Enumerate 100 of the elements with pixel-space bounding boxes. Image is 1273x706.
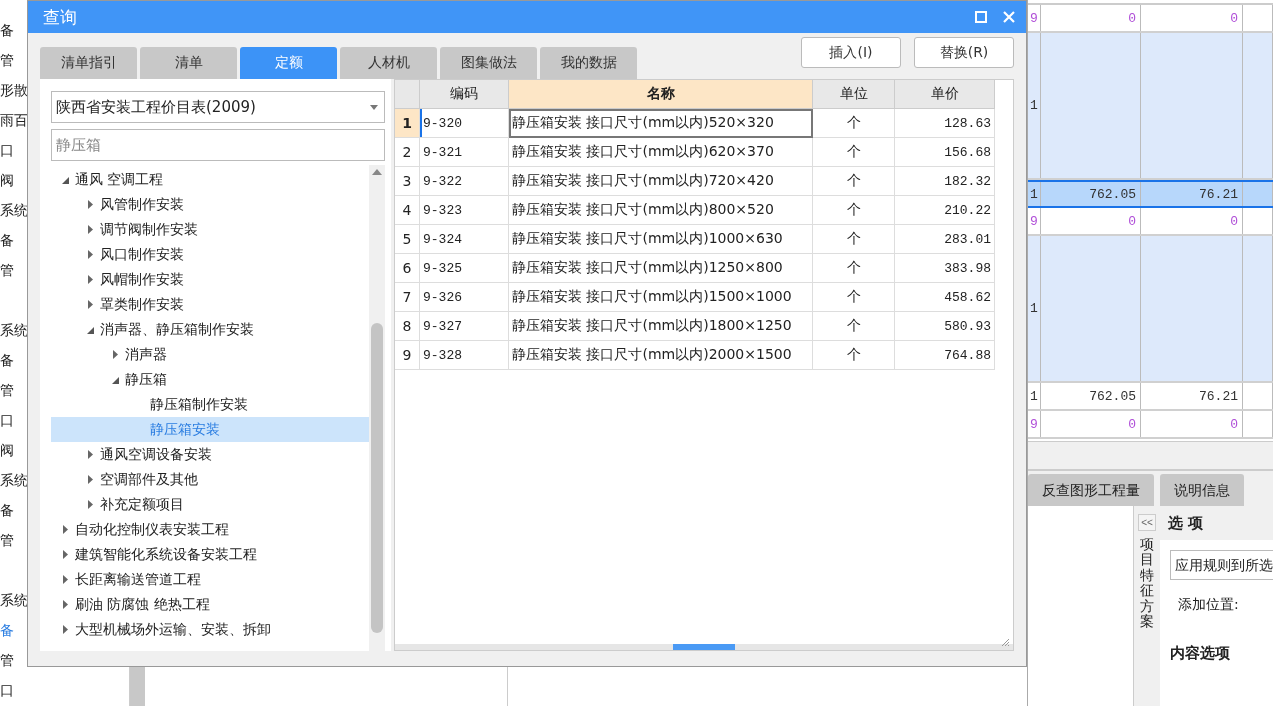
grid-row[interactable]: 1 xyxy=(1028,236,1273,383)
side-label[interactable]: 管 xyxy=(0,645,14,675)
side-label[interactable]: 管 xyxy=(0,255,14,285)
collapsed-icon[interactable] xyxy=(87,275,93,284)
side-label[interactable]: 阀 xyxy=(0,435,14,465)
insert-button[interactable]: 插入(I) xyxy=(801,37,901,68)
side-label[interactable]: 雨百 xyxy=(0,105,28,135)
collapsed-icon[interactable] xyxy=(87,250,93,259)
side-label[interactable]: 形散 xyxy=(0,75,28,105)
table-cell: 764.88 xyxy=(895,341,995,370)
collapsed-icon[interactable] xyxy=(62,600,68,609)
tab[interactable]: 清单指引 xyxy=(40,47,137,79)
row-number: 4 xyxy=(395,196,420,225)
library-dropdown[interactable]: 陕西省安装工程价目表(2009) xyxy=(51,91,385,123)
collapsed-icon[interactable] xyxy=(87,500,93,509)
row-number: 2 xyxy=(395,138,420,167)
side-label[interactable]: 备 xyxy=(0,615,14,645)
tree-item[interactable]: 风帽制作安装 xyxy=(51,267,369,292)
table-cell: 182.32 xyxy=(895,167,995,196)
collapsed-icon[interactable] xyxy=(87,200,93,209)
tree-item[interactable]: 消声器 xyxy=(51,342,369,367)
expanded-icon[interactable] xyxy=(111,375,119,384)
search-field[interactable]: 静压箱 xyxy=(51,129,385,161)
tab[interactable]: 图集做法 xyxy=(440,47,537,79)
tab[interactable]: 人材机 xyxy=(340,47,437,79)
tree-item[interactable]: 通风 空调工程 xyxy=(51,167,369,192)
tree-item[interactable]: 静压箱 xyxy=(51,367,369,392)
side-label[interactable]: 管 xyxy=(0,375,14,405)
collapse-button[interactable]: << xyxy=(1138,514,1157,531)
side-label[interactable]: 系统 xyxy=(0,195,28,225)
tab[interactable]: 我的数据 xyxy=(540,47,637,79)
collapsed-icon[interactable] xyxy=(112,350,118,359)
side-label[interactable]: 备 xyxy=(0,345,14,375)
tree-item[interactable]: 补充定额项目 xyxy=(51,492,369,517)
table-cell: 128.63 xyxy=(895,109,995,138)
grid-row[interactable]: 1 762.05 76.21 xyxy=(1028,383,1273,411)
tree-item[interactable]: 空调部件及其他 xyxy=(51,467,369,492)
side-label[interactable]: 管 xyxy=(0,45,14,75)
panel-tab[interactable]: 反查图形工程量 xyxy=(1028,474,1154,506)
scroll-handle[interactable] xyxy=(673,644,735,650)
collapsed-icon[interactable] xyxy=(62,575,68,584)
scrollbar[interactable] xyxy=(369,165,385,651)
maximize-icon[interactable] xyxy=(974,10,988,24)
column-header[interactable]: 名称 xyxy=(509,80,813,109)
grid-cell: 0 xyxy=(1141,208,1243,234)
side-label[interactable]: 系统 xyxy=(0,315,28,345)
side-label[interactable]: 备 xyxy=(0,15,14,45)
expanded-icon[interactable] xyxy=(61,175,69,184)
grid-cell: 76.21 xyxy=(1141,383,1243,409)
grid-row[interactable]: 9 0 0 xyxy=(1028,5,1273,33)
grid-row[interactable]: 9 0 0 xyxy=(1028,208,1273,236)
tree-item[interactable]: 通风空调设备安装 xyxy=(51,442,369,467)
collapsed-icon[interactable] xyxy=(62,525,68,534)
grid-row[interactable]: 1 762.05 76.21 xyxy=(1028,180,1273,208)
column-header[interactable]: 单价 xyxy=(895,80,995,109)
side-label[interactable]: 备 xyxy=(0,225,14,255)
replace-button[interactable]: 替换(R) xyxy=(914,37,1014,68)
collapsed-icon[interactable] xyxy=(87,475,93,484)
tree-item[interactable]: 长距离输送管道工程 xyxy=(51,567,369,592)
grid-row[interactable]: 9 0 0 xyxy=(1028,411,1273,439)
table-cell: 静压箱安装 接口尺寸(mm以内)720×420 xyxy=(509,167,813,196)
tab[interactable]: 清单 xyxy=(140,47,237,79)
tree-item[interactable]: 静压箱制作安装 xyxy=(51,392,369,417)
collapsed-icon[interactable] xyxy=(87,300,93,309)
section-title: 内容选项 xyxy=(1170,644,1230,663)
row-number: 6 xyxy=(395,254,420,283)
grid-cell: 0 xyxy=(1141,5,1243,31)
column-header[interactable]: 单位 xyxy=(813,80,895,109)
tree-item[interactable]: 罩类制作安装 xyxy=(51,292,369,317)
tree-item[interactable]: 建筑智能化系统设备安装工程 xyxy=(51,542,369,567)
grid-cell: 9 xyxy=(1028,411,1041,437)
tree-item[interactable]: 自动化控制仪表安装工程 xyxy=(51,517,369,542)
side-label[interactable]: 系统 xyxy=(0,465,28,495)
collapsed-icon[interactable] xyxy=(62,625,68,634)
collapsed-icon[interactable] xyxy=(87,450,93,459)
side-label[interactable]: 口 xyxy=(0,675,14,705)
column-header[interactable]: 编码 xyxy=(420,80,509,109)
grid-row[interactable]: 1 xyxy=(1028,33,1273,180)
tree-item[interactable]: 大型机械场外运输、安装、拆卸 xyxy=(51,617,369,642)
side-label[interactable]: 管 xyxy=(0,525,14,555)
rule-dropdown[interactable]: 应用规则到所选 xyxy=(1170,550,1273,580)
expanded-icon[interactable] xyxy=(86,325,94,334)
side-label[interactable]: 口 xyxy=(0,405,14,435)
collapsed-icon[interactable] xyxy=(62,550,68,559)
tree-item[interactable]: 调节阀制作安装 xyxy=(51,217,369,242)
close-icon[interactable] xyxy=(1002,10,1016,24)
tree-item[interactable]: 刷油 防腐蚀 绝热工程 xyxy=(51,592,369,617)
panel-tab[interactable]: 说明信息 xyxy=(1160,474,1244,506)
tree-item[interactable]: 风管制作安装 xyxy=(51,192,369,217)
side-label[interactable]: 系统 xyxy=(0,585,28,615)
scroll-up-icon[interactable] xyxy=(372,169,382,175)
side-label[interactable]: 口 xyxy=(0,135,14,165)
collapsed-icon[interactable] xyxy=(87,225,93,234)
resize-grip-icon[interactable] xyxy=(1001,638,1010,647)
tree-item[interactable]: 风口制作安装 xyxy=(51,242,369,267)
side-label[interactable]: 备 xyxy=(0,495,14,525)
table-cell: 个 xyxy=(813,312,895,341)
table-cell: 个 xyxy=(813,341,895,370)
tree-item[interactable]: 消声器、静压箱制作安装 xyxy=(51,317,369,342)
side-label[interactable]: 阀 xyxy=(0,165,14,195)
